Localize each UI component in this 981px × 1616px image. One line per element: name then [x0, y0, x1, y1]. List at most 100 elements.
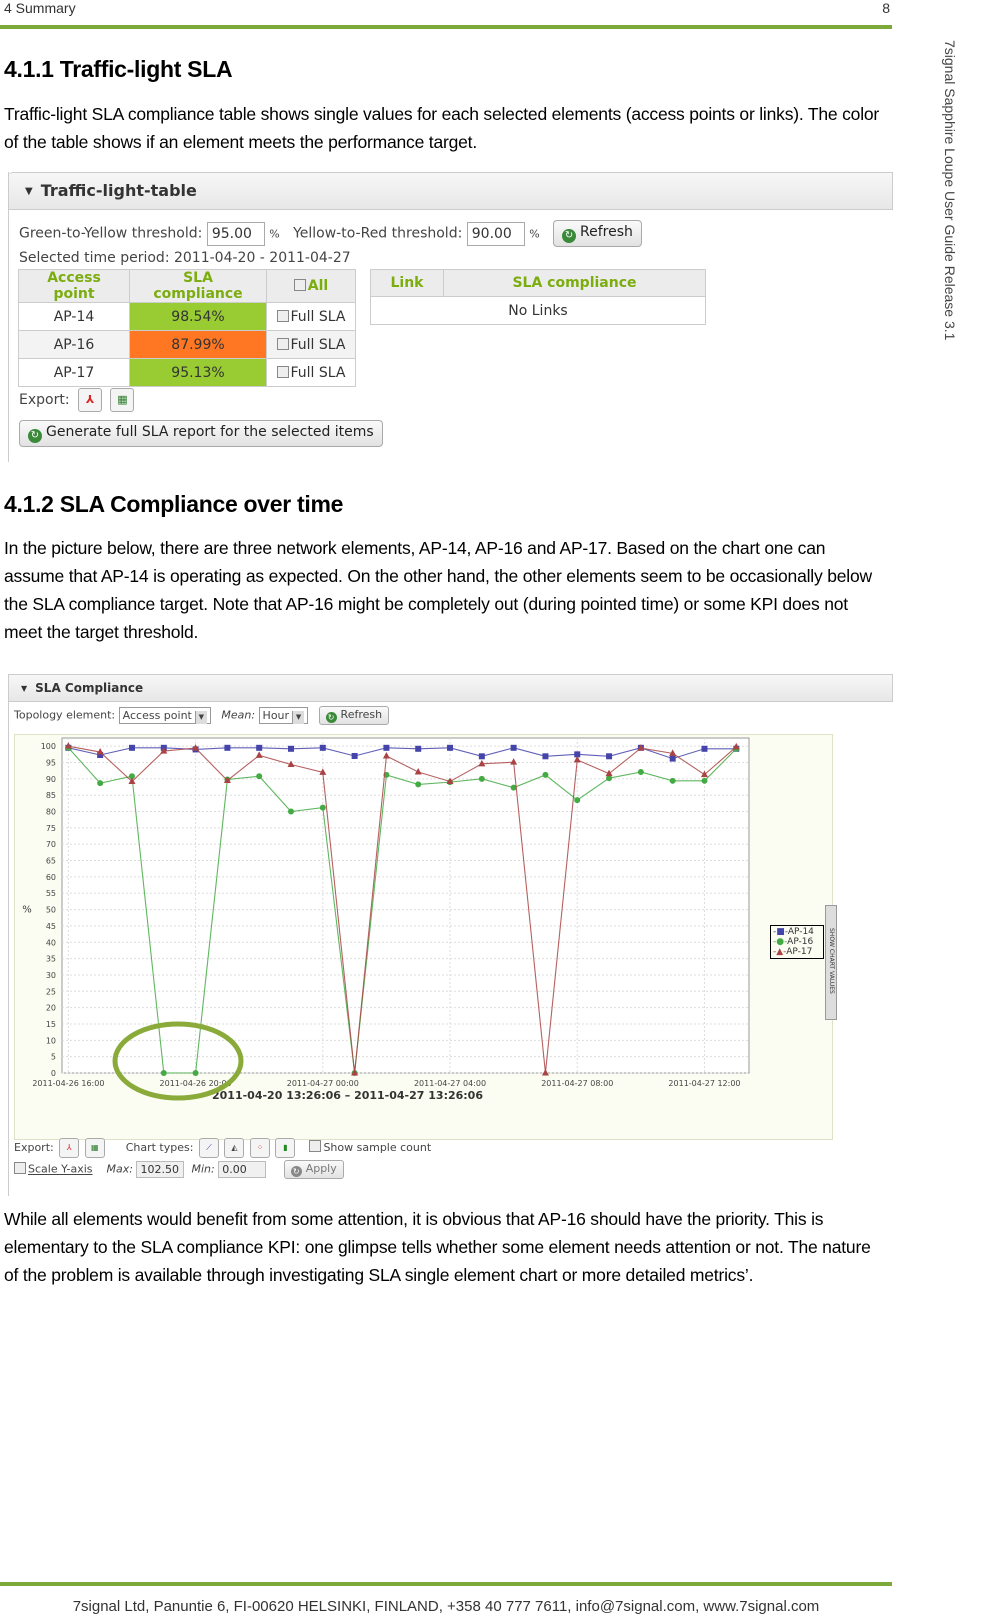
sla-value: 98.54% — [129, 302, 267, 331]
header-section: 4 Summary — [4, 0, 76, 16]
export-label: Export: — [14, 1141, 54, 1154]
percent-label: % — [529, 227, 540, 241]
link-table: Link SLA compliance No Links — [370, 269, 706, 325]
chevron-down-icon: ▼ — [292, 711, 305, 724]
page-number: 8 — [882, 0, 890, 16]
pdf-export-icon[interactable]: ⅄ — [78, 388, 102, 412]
chart-title: SLA compliance for Access points — [306, 737, 541, 753]
legend-label: AP-14 — [787, 927, 814, 937]
generate-report-label: Generate full SLA report for the selecte… — [46, 424, 374, 440]
sla-compliance-panel: ▼ SLA Compliance Topology element: Access… — [8, 674, 893, 1196]
excel-export-icon[interactable]: ▦ — [110, 388, 135, 412]
column-header: SLA compliance — [443, 269, 706, 297]
circle-marker-icon: -●- — [773, 937, 788, 947]
full-sla-checkbox[interactable] — [276, 337, 289, 350]
full-sla-checkbox[interactable] — [276, 309, 289, 322]
sidebar-title: 7signal Sapphire Loupe User Guide Releas… — [942, 40, 958, 341]
column-header: Access point — [18, 269, 130, 303]
full-sla-cell[interactable]: Full SLA — [266, 330, 356, 359]
table-row: AP-14 98.54% Full SLA — [18, 302, 356, 331]
panel-header[interactable]: ▼ SLA Compliance — [9, 674, 893, 702]
show-sample-label: Show sample count — [323, 1141, 432, 1154]
column-header: SLA compliance — [129, 269, 267, 303]
no-links-text: No Links — [370, 296, 706, 325]
section-body-sla-over-time: In the picture below, there are three ne… — [4, 538, 872, 642]
scale-y-label[interactable]: Scale Y-axis — [28, 1163, 93, 1176]
column-header: Link — [370, 269, 444, 297]
page-header: 4 Summary 8 — [4, 0, 890, 26]
legend-item-ap17[interactable]: -▲-AP-17 — [773, 947, 821, 957]
max-label: Max: — [106, 1162, 133, 1176]
legend-item-ap16[interactable]: -●-AP-16 — [773, 937, 821, 947]
show-chart-values-label: SHOW CHART VALUES — [828, 928, 835, 994]
full-sla-checkbox[interactable] — [276, 365, 289, 378]
ap-name: AP-14 — [18, 302, 130, 331]
chart-area: SLA compliance for Access points — [14, 734, 833, 1140]
refresh-icon: ↻ — [562, 229, 577, 243]
max-input[interactable]: 102.50 — [136, 1161, 185, 1178]
collapse-triangle-icon: ▼ — [25, 185, 33, 197]
area-chart-icon[interactable]: ◭ — [224, 1138, 245, 1158]
scale-y-checkbox[interactable] — [14, 1161, 26, 1174]
panel-title: SLA Compliance — [35, 681, 144, 695]
export-label: Export: — [19, 392, 70, 408]
mean-label: Mean: — [221, 708, 256, 722]
triangle-marker-icon: -▲- — [773, 947, 787, 957]
show-chart-values-toggle[interactable]: SHOW CHART VALUES — [825, 905, 837, 1020]
scatter-chart-icon[interactable]: ⁘ — [249, 1138, 270, 1158]
ap-name: AP-16 — [18, 330, 130, 359]
mean-value: Hour — [262, 709, 290, 722]
chart-types-label: Chart types: — [125, 1141, 194, 1154]
chart-legend: -■-AP-14 -●-AP-16 -▲-AP-17 — [770, 925, 824, 959]
select-all-checkbox[interactable] — [293, 279, 306, 291]
legend-label: AP-17 — [786, 947, 813, 957]
panel-header[interactable]: ▼ Traffic-light-table — [9, 172, 893, 210]
ap-name: AP-17 — [18, 358, 130, 387]
refresh-button[interactable]: ↻ Refresh — [553, 220, 642, 247]
full-sla-label: Full SLA — [290, 336, 346, 353]
yellow-red-input[interactable]: 90.00 — [466, 221, 525, 246]
topology-value: Access point — [122, 709, 192, 722]
table-row: AP-16 87.99% Full SLA — [18, 330, 356, 359]
bar-chart-icon[interactable]: ▮ — [275, 1138, 296, 1158]
green-yellow-label: Green-to-Yellow threshold: — [19, 225, 203, 242]
footer-rule — [0, 1582, 892, 1586]
square-marker-icon: -■- — [773, 927, 788, 937]
sla-value: 95.13% — [129, 358, 267, 387]
panel-title: Traffic-light-table — [40, 181, 197, 200]
mean-select[interactable]: Hour ▼ — [258, 707, 309, 724]
page-footer: 7signal Ltd, Panuntie 6, FI-00620 HELSIN… — [72, 1598, 820, 1615]
apply-button[interactable]: ↻ Apply — [283, 1160, 344, 1179]
legend-item-ap14[interactable]: -■-AP-14 — [773, 927, 821, 937]
min-label: Min: — [191, 1162, 215, 1176]
min-input[interactable]: 0.00 — [218, 1161, 267, 1178]
refresh-icon: ↻ — [28, 429, 42, 443]
legend-label: AP-16 — [787, 937, 814, 947]
green-yellow-input[interactable]: 95.00 — [206, 221, 265, 246]
refresh-label: Refresh — [340, 708, 383, 721]
chevron-down-icon: ▼ — [194, 711, 207, 724]
full-sla-cell[interactable]: Full SLA — [266, 302, 356, 331]
selected-period: Selected time period: 2011-04-20 - 2011-… — [19, 250, 351, 266]
refresh-icon: ↻ — [325, 712, 337, 723]
generate-report-button[interactable]: ↻ Generate full SLA report for the select… — [19, 420, 383, 447]
section-body-traffic-light: Traffic-light SLA compliance table shows… — [4, 104, 880, 152]
pdf-export-icon[interactable]: ⅄ — [59, 1138, 80, 1158]
table-row: AP-17 95.13% Full SLA — [18, 358, 356, 387]
collapse-triangle-icon: ▼ — [21, 683, 28, 693]
apply-label: Apply — [305, 1162, 337, 1175]
show-sample-checkbox[interactable] — [309, 1140, 322, 1152]
line-chart-icon[interactable]: ⟋ — [198, 1138, 219, 1158]
select-all-header[interactable]: All — [266, 269, 356, 303]
refresh-button[interactable]: ↻ Refresh — [318, 706, 390, 725]
percent-label: % — [269, 227, 280, 241]
excel-export-icon[interactable]: ▦ — [84, 1138, 105, 1158]
topology-select[interactable]: Access point ▼ — [118, 707, 211, 724]
access-point-table: Access point SLA compliance All AP-14 98… — [18, 269, 356, 387]
full-sla-cell[interactable]: Full SLA — [266, 358, 356, 387]
topology-label: Topology element: — [14, 708, 116, 722]
section-title-sla-over-time: 4.1.2 SLA Compliance over time — [4, 491, 344, 517]
section-body-conclusion: While all elements would benefit from so… — [4, 1209, 871, 1285]
section-title-traffic-light: 4.1.1 Traffic-light SLA — [4, 56, 233, 82]
full-sla-label: Full SLA — [290, 364, 346, 381]
